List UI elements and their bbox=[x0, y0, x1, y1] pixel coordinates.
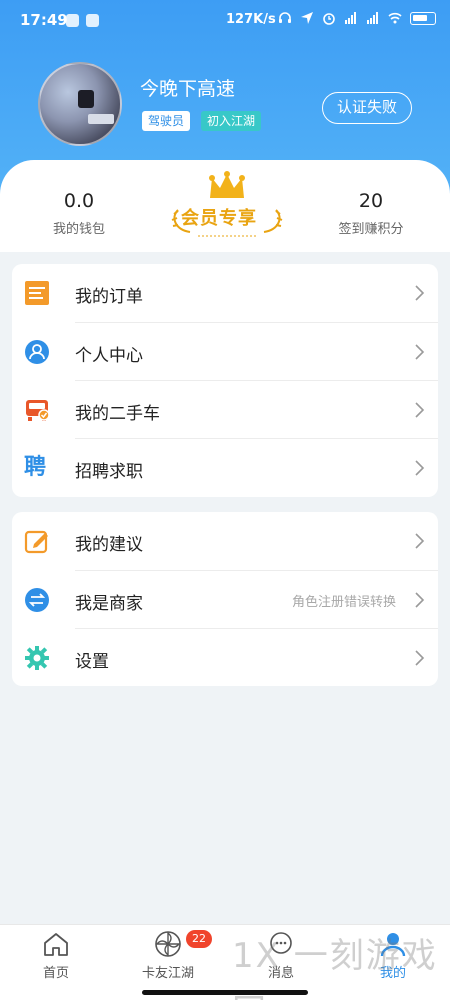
menu-item-label: 我的订单 bbox=[75, 287, 143, 307]
points-stat[interactable]: 20 签到赚积分 bbox=[316, 190, 426, 237]
username: 今晚下高速 bbox=[140, 78, 236, 100]
status-bar: 17:49 127K/s bbox=[0, 0, 450, 40]
wallet-label: 我的钱包 bbox=[52, 222, 105, 237]
unread-badge: 22 bbox=[186, 930, 212, 948]
chevron-right-icon bbox=[415, 650, 425, 666]
verify-status-button[interactable]: 认证失败 bbox=[322, 92, 412, 124]
chevron-right-icon bbox=[415, 344, 425, 360]
menu-card-secondary: 我的建议 我是商家 角色注册错误转换 设置 bbox=[12, 512, 438, 686]
menu-item-label: 我是商家 bbox=[75, 594, 143, 614]
menu-item-label: 个人中心 bbox=[75, 346, 143, 366]
paper-plane-app-icon bbox=[86, 14, 99, 27]
menu-item-hint: 角色注册错误转换 bbox=[291, 595, 396, 610]
menu-item-label: 我的建议 bbox=[75, 535, 143, 555]
nav-label: 首页 bbox=[42, 966, 69, 981]
location-arrow-icon bbox=[301, 12, 313, 24]
status-time: 17:49 bbox=[20, 11, 68, 29]
menu-item-orders[interactable]: 我的订单 bbox=[12, 264, 438, 322]
level-tag: 初入江湖 bbox=[201, 111, 262, 131]
wifi-icon bbox=[388, 12, 402, 24]
watermark: 1X 一刻游戏网 bbox=[232, 936, 438, 1000]
points-label: 签到赚积分 bbox=[338, 222, 404, 237]
menu-item-label: 招聘求职 bbox=[75, 462, 143, 482]
points-value: 20 bbox=[358, 190, 384, 212]
home-icon bbox=[44, 933, 68, 956]
menu-item-personal-center[interactable]: 个人中心 bbox=[12, 323, 438, 381]
avatar[interactable] bbox=[38, 62, 122, 146]
vip-label: 会员专享 bbox=[181, 208, 257, 229]
chevron-right-icon bbox=[415, 592, 425, 608]
shield-app-icon bbox=[66, 14, 79, 27]
signal-icon bbox=[345, 12, 356, 24]
chevron-right-icon bbox=[415, 285, 425, 301]
menu-item-recruitment[interactable]: 聘 招聘求职 bbox=[12, 439, 438, 497]
used-truck-icon bbox=[26, 400, 50, 421]
network-speed: 127K/s bbox=[226, 12, 276, 27]
edit-icon bbox=[24, 530, 48, 554]
switch-icon bbox=[25, 588, 49, 612]
menu-card-primary: 我的订单 个人中心 我的二手车 聘 招聘求职 bbox=[12, 264, 438, 497]
alarm-icon bbox=[323, 13, 335, 25]
role-tag: 驾驶员 bbox=[142, 111, 191, 131]
chevron-right-icon bbox=[415, 460, 425, 476]
chevron-right-icon bbox=[415, 533, 425, 549]
battery-icon bbox=[410, 11, 436, 25]
pinwheel-icon bbox=[155, 931, 181, 957]
menu-item-label: 我的二手车 bbox=[75, 404, 160, 424]
wallet-value: 0.0 bbox=[63, 190, 95, 212]
recruit-icon: 聘 bbox=[24, 455, 47, 480]
signal-2-icon bbox=[367, 12, 378, 24]
person-icon bbox=[25, 340, 49, 364]
nav-home[interactable]: 首页 bbox=[11, 925, 101, 985]
vip-badge[interactable]: 会员专享 bbox=[168, 170, 286, 240]
orders-icon bbox=[25, 281, 49, 305]
gear-icon bbox=[25, 646, 49, 670]
menu-item-label: 设置 bbox=[75, 652, 109, 672]
menu-item-used-trucks[interactable]: 我的二手车 bbox=[12, 381, 438, 439]
wallet-stat[interactable]: 0.0 我的钱包 bbox=[24, 190, 134, 237]
menu-item-merchant[interactable]: 我是商家 角色注册错误转换 bbox=[12, 571, 438, 629]
headset-icon bbox=[279, 12, 291, 23]
chevron-right-icon bbox=[415, 402, 425, 418]
menu-item-settings[interactable]: 设置 bbox=[12, 629, 438, 687]
status-icons bbox=[278, 11, 436, 25]
home-indicator bbox=[142, 990, 308, 995]
menu-item-suggestions[interactable]: 我的建议 bbox=[12, 512, 438, 570]
nav-label: 卡友江湖 bbox=[141, 966, 194, 981]
